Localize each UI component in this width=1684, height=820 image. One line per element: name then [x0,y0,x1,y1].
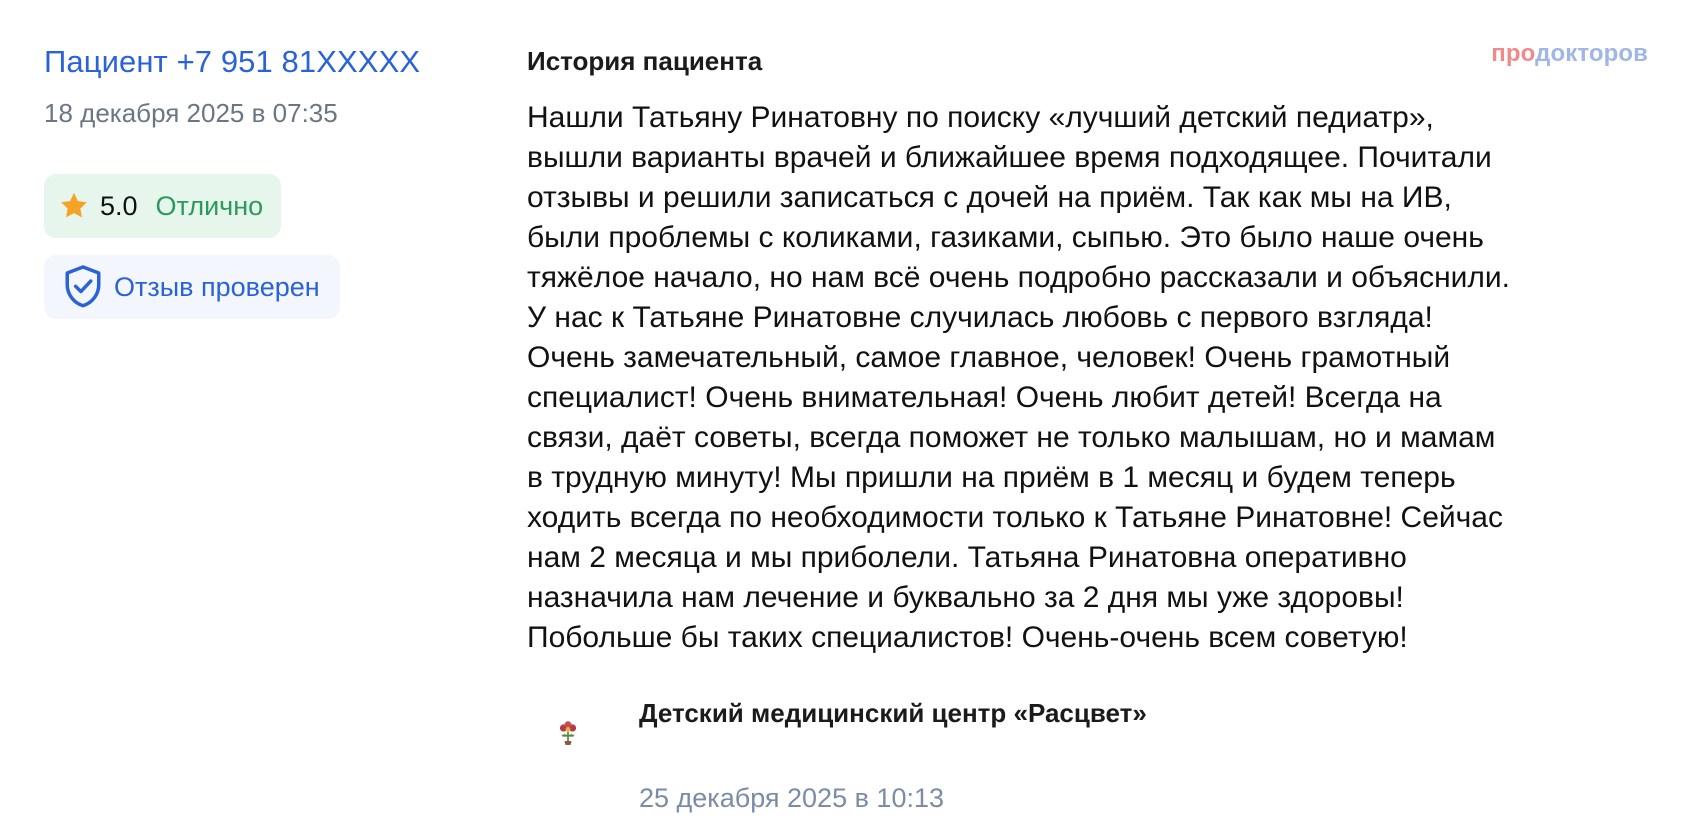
review-line: специалист! Очень внимательная! Очень лю… [527,381,1442,414]
review-line: У нас к Татьяне Ринатовне случилась любо… [527,301,1433,334]
star-icon [61,192,87,218]
review-line: ходить всегда по необходимости только к … [527,501,1503,534]
review-date: 18 декабря 2025 в 07:35 [44,98,338,128]
brand-logo[interactable]: продокторов [1491,40,1648,68]
review-line: вышли варианты врачей и ближайшее время … [527,141,1492,174]
rating-score: 5.0 [100,190,138,221]
review-line: Нашли Татьяну Ринатовну по поиску «лучши… [527,101,1434,134]
history-title: История пациента [527,46,763,76]
review-line: отзывы и решили записаться с дочей на пр… [527,181,1452,214]
brand-logo-part2: докторов [1535,40,1648,67]
review-line: назначила нам лечение и буквально за 2 д… [527,581,1404,614]
flower-logo-icon [559,721,577,745]
review-line: нам 2 месяца и мы приболели. Татьяна Рин… [527,541,1407,574]
brand-logo-part1: про [1491,40,1536,67]
review-line: в трудную минуту! Мы пришли на приём в 1… [527,461,1456,494]
review-line: связи, даёт советы, всегда поможет не то… [527,421,1496,454]
rating-label: Отлично [155,190,264,221]
review-text: Нашли Татьяну Ринатовну по поиску «лучши… [527,98,1652,658]
verified-badge[interactable]: Отзыв проверен [44,255,340,319]
review-line: Побольше бы таких специалистов! Очень-оч… [527,621,1408,654]
review-line: Очень замечательный, самое главное, чело… [527,341,1451,374]
review-line: были проблемы с коликами, газиками, сыпь… [527,221,1484,254]
visit-date: 25 декабря 2025 в 10:13 [639,783,945,813]
author-link[interactable]: Пациент +7 951 81XXXXX [44,44,420,80]
rating-badge: 5.0 Отлично [44,174,282,238]
verified-label: Отзыв проверен [114,271,320,302]
shield-check-icon [65,265,101,308]
clinic-name[interactable]: Детский медицинский центр «Расцвет» [639,698,1147,729]
review-line: тяжёлое начало, но нам всё очень подробн… [527,261,1511,294]
